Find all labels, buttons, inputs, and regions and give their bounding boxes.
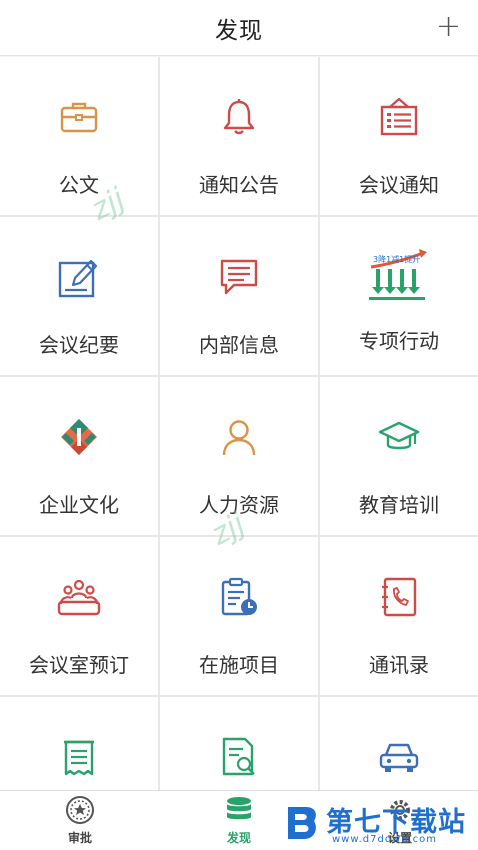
grid-item-label: 内部信息 — [199, 333, 279, 357]
tab-approval[interactable]: 审批 — [40, 795, 120, 849]
grid-item-education-training[interactable]: 教育培训 — [320, 377, 478, 535]
car-icon — [375, 733, 423, 781]
tab-discover[interactable]: 发现 — [199, 795, 279, 849]
briefcase-icon — [55, 93, 103, 141]
tab-label: 发现 — [226, 831, 251, 845]
grid-item-label: 通知公告 — [199, 173, 279, 197]
grid-item-label: 通讯录 — [369, 653, 429, 677]
grid-item-label: 人力资源 — [199, 493, 279, 517]
meeting-notice-icon — [375, 93, 423, 141]
culture-logo-icon — [55, 413, 103, 461]
grid-item-special-action[interactable]: 3降1减1提升 专项行动 — [320, 217, 478, 375]
grid-item-label: 企业文化 — [39, 493, 119, 517]
project-clipboard-icon — [215, 573, 263, 621]
site-logo-icon — [288, 807, 316, 839]
grid-item-official-docs[interactable]: 公文 — [0, 57, 158, 215]
top-header: 发现 + — [0, 0, 478, 56]
person-icon — [215, 413, 263, 461]
tab-label: 审批 — [67, 831, 92, 845]
contacts-phone-icon — [375, 573, 423, 621]
meeting-room-icon — [55, 573, 103, 621]
grid-item-notices[interactable]: 通知公告 — [160, 57, 318, 215]
grid-item-receipt[interactable] — [0, 697, 158, 790]
grid-item-label: 会议室预订 — [29, 653, 129, 677]
grid-item-label: 会议纪要 — [39, 333, 119, 357]
add-button[interactable]: + — [436, 12, 461, 42]
special-action-banner-text: 3降1减1提升 — [373, 254, 420, 264]
database-stack-icon — [224, 795, 254, 825]
site-logo-url: www.d7down.com — [332, 834, 438, 845]
grid-item-internal-info[interactable]: 内部信息 — [160, 217, 318, 375]
grid-item-ongoing-projects[interactable]: 在施项目 — [160, 537, 318, 695]
grid-item-vehicle[interactable] — [320, 697, 478, 790]
grid-item-meeting-notice[interactable]: 会议通知 — [320, 57, 478, 215]
grid-item-human-resources[interactable]: 人力资源 — [160, 377, 318, 535]
grid-item-corporate-culture[interactable]: 企业文化 — [0, 377, 158, 535]
grid-item-label: 在施项目 — [199, 653, 279, 677]
grid-item-meeting-room-booking[interactable]: 会议室预订 — [0, 537, 158, 695]
grid-item-label: 公文 — [59, 173, 99, 197]
graduation-cap-icon — [375, 413, 423, 461]
bell-icon — [215, 93, 263, 141]
grid-item-contacts[interactable]: 通讯录 — [320, 537, 478, 695]
edit-note-icon — [55, 253, 103, 301]
site-logo-watermark: 第七下载站 www.d7down.com — [284, 796, 478, 850]
receipt-icon — [55, 733, 103, 781]
page-title: 发现 — [215, 17, 263, 44]
grid-item-label: 会议通知 — [359, 173, 439, 197]
grid-item-document-search[interactable] — [160, 697, 318, 790]
grid-item-label: 教育培训 — [359, 493, 439, 517]
message-icon — [215, 253, 263, 301]
grid-item-meeting-minutes[interactable]: 会议纪要 — [0, 217, 158, 375]
grid-item-label: 专项行动 — [359, 329, 439, 353]
document-search-icon — [215, 733, 263, 781]
feature-grid: 公文 通知公告 会议通知 会议纪要 内部信息 3降1减1提升 专项行动 企业文化… — [0, 57, 478, 790]
approval-badge-icon — [65, 795, 95, 825]
special-action-icon: 3降1减1提升 — [367, 249, 431, 303]
